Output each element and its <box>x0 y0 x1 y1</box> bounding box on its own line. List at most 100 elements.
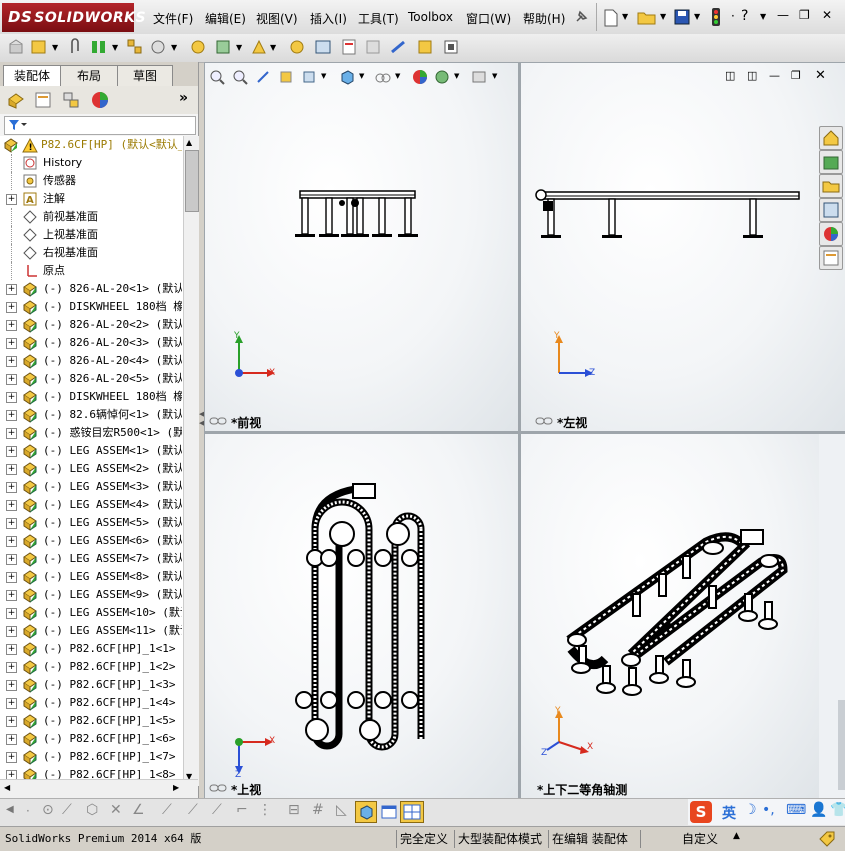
tree-item[interactable]: + (-) P82.6CF[HP]_1<2> (默 <box>0 658 182 676</box>
tree-item[interactable]: + A 注解 <box>0 190 182 208</box>
expand-toggle-icon[interactable]: + <box>6 284 17 295</box>
ime-keyboard-icon[interactable]: ⌨ <box>786 802 806 818</box>
tree-item[interactable]: + (-) P82.6CF[HP]_1<1> (默 <box>0 640 182 658</box>
zoom-to-fit-icon[interactable] <box>209 69 225 85</box>
expand-toggle-icon[interactable]: + <box>6 410 17 421</box>
single-view-icon[interactable] <box>380 803 398 821</box>
tree-item[interactable]: + (-) P82.6CF[HP]_1<5> (默 <box>0 712 182 730</box>
link-views-icon[interactable]: ◫ <box>725 69 735 82</box>
scroll-left-icon[interactable]: ◀ <box>4 783 10 792</box>
reference-geometry-icon[interactable] <box>288 38 306 56</box>
ime-moon-icon[interactable]: ☽ <box>744 802 757 818</box>
expand-toggle-icon[interactable]: + <box>6 338 17 349</box>
tree-item[interactable]: + (-) 826-AL-20<3> (默认< <box>0 334 182 352</box>
component-pattern-icon[interactable] <box>126 38 144 56</box>
open-folder-icon[interactable] <box>637 9 657 25</box>
menu-view[interactable]: 视图(V) <box>256 10 298 27</box>
menu-edit[interactable]: 编辑(E) <box>205 10 246 27</box>
sogou-ime-icon[interactable]: S <box>690 801 712 823</box>
view-palette-icon[interactable] <box>819 198 843 222</box>
tree-item[interactable]: + (-) P82.6CF[HP]_1<4> (默 <box>0 694 182 712</box>
smart-fasteners-icon[interactable] <box>149 38 167 56</box>
chevron-down-icon[interactable]: ▼ <box>454 72 459 80</box>
instant3d-icon[interactable] <box>416 38 434 56</box>
tag-icon[interactable] <box>818 830 836 848</box>
expand-toggle-icon[interactable]: + <box>6 752 17 763</box>
offset-tool-icon[interactable]: ⟋ <box>212 802 222 818</box>
tree-item[interactable]: + (-) DISKWHEEL 180档 橡胶 <box>0 388 182 406</box>
chevron-down-icon[interactable]: ▼ <box>492 72 497 80</box>
minimize-button[interactable]: — <box>777 8 789 22</box>
chevron-down-icon[interactable]: ▼ <box>694 12 700 21</box>
expand-toggle-icon[interactable]: + <box>6 392 17 403</box>
expand-toggle-icon[interactable]: + <box>6 716 17 727</box>
expand-toggle-icon[interactable]: + <box>6 356 17 367</box>
tab-assembly[interactable]: 装配体 <box>3 65 61 86</box>
menu-tools[interactable]: 工具(T) <box>358 10 399 27</box>
viewport-isometric[interactable]: Y X Z *上下二等角轴测 <box>521 434 819 798</box>
chevron-down-icon[interactable]: ▼ <box>395 72 400 80</box>
scroll-right-icon[interactable]: ▶ <box>173 783 179 792</box>
smart-dimension-icon[interactable]: ⟋ <box>162 802 172 818</box>
tab-layout[interactable]: 布局 <box>60 65 118 86</box>
expand-toggle-icon[interactable]: + <box>6 536 17 547</box>
tree-item[interactable]: + (-) LEG ASSEM<1> (默认< <box>0 442 182 460</box>
file-explorer-icon[interactable] <box>819 174 843 198</box>
polygon-tool-icon[interactable]: ⬡ <box>86 802 98 818</box>
scroll-left-icon[interactable]: ◀ <box>6 804 14 815</box>
new-motion-study-icon[interactable] <box>314 38 332 56</box>
expand-toggle-icon[interactable]: + <box>6 554 17 565</box>
ime-shirt-icon[interactable]: 👕 <box>830 802 845 818</box>
expand-toggle-icon[interactable]: + <box>6 734 17 745</box>
restore-button[interactable]: ❐ <box>799 8 810 22</box>
viewport-left[interactable]: ◫ ◫ — ❐ ✕ Y Z *左视 <box>521 63 845 431</box>
units-menu-arrow-icon[interactable]: ▲ <box>733 831 740 841</box>
assembly-component-icon[interactable] <box>8 38 26 56</box>
corner-tool-icon[interactable]: ⌐ <box>236 802 248 818</box>
status-custom-units[interactable]: 自定义 <box>682 830 718 848</box>
point-tool-icon[interactable]: · <box>26 804 30 818</box>
viewport-minimize-button[interactable]: — <box>769 69 780 82</box>
chevron-down-icon[interactable]: ▼ <box>112 43 118 52</box>
menu-window[interactable]: 窗口(W) <box>466 10 511 27</box>
expand-toggle-icon[interactable]: + <box>6 590 17 601</box>
expand-toggle-icon[interactable]: + <box>6 464 17 475</box>
tree-item[interactable]: + (-) 826-AL-20<4> (默认< <box>0 352 182 370</box>
chevron-down-icon[interactable]: ▼ <box>760 12 766 21</box>
rebuild-traffic-light-icon[interactable] <box>710 7 722 27</box>
tree-item[interactable]: + (-) LEG ASSEM<9> (默认< <box>0 586 182 604</box>
tree-filter-input[interactable] <box>4 116 196 135</box>
expand-toggle-icon[interactable]: + <box>6 428 17 439</box>
scroll-up-icon[interactable]: ▲ <box>186 138 192 147</box>
tree-item[interactable]: + (-) LEG ASSEM<3> (默认< <box>0 478 182 496</box>
zoom-to-area-icon[interactable] <box>232 69 248 85</box>
viewport-scroll-strip[interactable] <box>838 700 845 790</box>
tree-item[interactable]: + (-) 826-AL-20<1> (默认< <box>0 280 182 298</box>
apply-scene-icon[interactable] <box>434 69 450 85</box>
line-tool-icon[interactable]: ⟋ <box>62 802 72 818</box>
feature-manager-tree-icon[interactable] <box>6 91 26 109</box>
tree-item[interactable]: + (-) LEG ASSEM<6> (默认< <box>0 532 182 550</box>
viewport-restore-button[interactable]: ❐ <box>791 69 801 82</box>
exploded-view-icon[interactable] <box>364 38 382 56</box>
tree-item[interactable]: 右视基准面 <box>0 244 182 262</box>
menu-file[interactable]: 文件(F) <box>153 10 193 27</box>
viewport-front[interactable]: Y X *前视 <box>205 63 518 431</box>
tree-item[interactable]: 原点 <box>0 262 182 280</box>
tab-sketch[interactable]: 草图 <box>117 65 173 86</box>
tree-item[interactable]: + (-) P82.6CF[HP]_1<7> (默 <box>0 748 182 766</box>
configuration-manager-icon[interactable] <box>61 91 81 109</box>
new-part-icon[interactable] <box>30 38 48 56</box>
tree-item[interactable]: 前视基准面 <box>0 208 182 226</box>
tree-horizontal-scrollbar[interactable]: ◀ ▶ <box>0 779 198 798</box>
custom-properties-icon[interactable] <box>819 246 843 270</box>
section-view-icon[interactable] <box>278 69 294 85</box>
3d-view-button[interactable] <box>355 801 377 823</box>
new-document-icon[interactable] <box>603 9 619 27</box>
expand-toggle-icon[interactable]: + <box>6 662 17 673</box>
design-library-icon[interactable] <box>819 150 843 174</box>
tree-item[interactable]: + (-) LEG ASSEM<11> (默认 <box>0 622 182 640</box>
expand-toggle-icon[interactable]: + <box>6 500 17 511</box>
expand-toggle-icon[interactable]: + <box>6 626 17 637</box>
tree-item[interactable]: 上视基准面 <box>0 226 182 244</box>
